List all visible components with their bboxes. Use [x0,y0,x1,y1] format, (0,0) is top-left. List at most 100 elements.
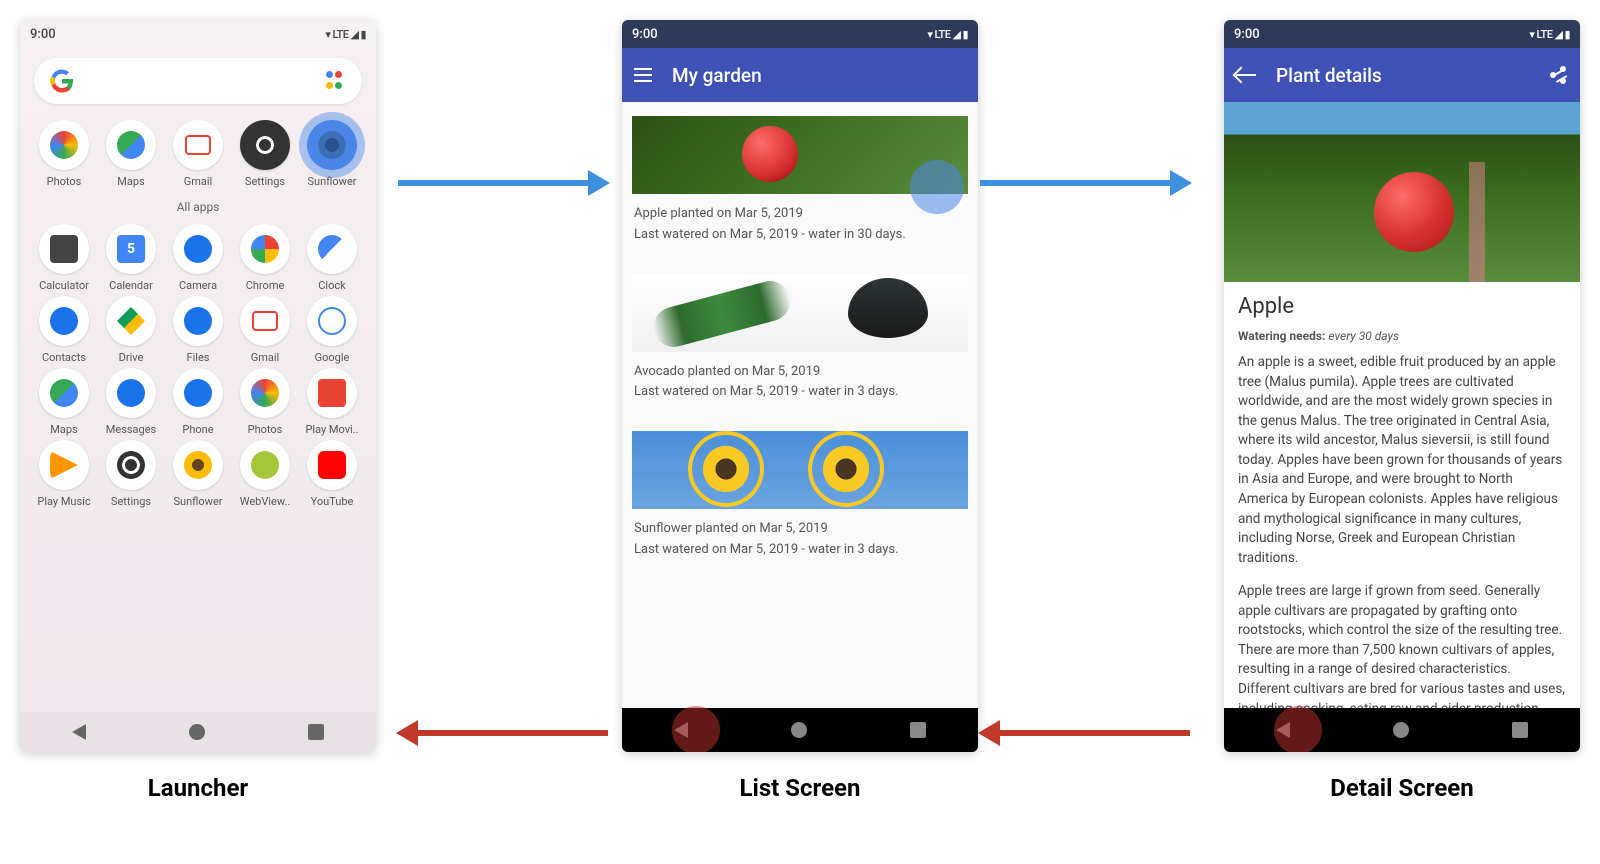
detail-content[interactable]: Apple Watering needs: every 30 days An a… [1224,282,1580,708]
status-time: 9:00 [632,27,658,42]
back-arrow-icon[interactable] [1236,74,1256,76]
status-icons: ▾ LTE ◢ ▮ [1529,28,1570,41]
app-photos[interactable]: Photos [34,120,94,188]
share-icon[interactable] [1550,66,1568,84]
caption-list: List Screen [622,774,978,802]
avocado-photo [632,274,968,352]
network-label: LTE [1536,28,1552,41]
google-search-bar[interactable] [34,58,362,104]
status-bar: 9:00 ▾ LTE ◢ ▮ [1224,20,1580,48]
list-item-line1: Sunflower planted on Mar 5, 2019 [634,519,966,540]
launcher-nav-bar [20,712,376,752]
nav-home-icon[interactable] [189,724,205,740]
nav-home-icon[interactable] [1393,722,1409,738]
assistant-icon[interactable] [326,71,346,91]
nav-recents-icon[interactable] [910,722,926,738]
app-contacts[interactable]: Contacts [34,296,94,364]
app-youtube[interactable]: YouTube [302,440,362,508]
app-files[interactable]: Files [168,296,228,364]
gear-icon [251,131,279,159]
detail-screen-phone: 9:00 ▾ LTE ◢ ▮ Plant details Apple Water… [1224,20,1580,752]
flow-arrow-forward [980,180,1170,186]
app-calculator[interactable]: Calculator [34,224,94,292]
list-screen-phone: 9:00 ▾ LTE ◢ ▮ My garden Apple planted o… [622,20,978,752]
battery-icon: ▮ [1564,28,1570,41]
wifi-icon: ▾ [1529,28,1534,41]
touch-indicator [910,160,964,214]
app-bar-title: Plant details [1276,64,1530,87]
list-item-line2: Last watered on Mar 5, 2019 - water in 3… [634,225,966,246]
app-google[interactable]: Google [302,296,362,364]
launcher-phone: 9:00 ▾ LTE ◢ ▮ Photos [20,20,376,752]
plant-title: Apple [1238,294,1566,319]
list-item-line1: Avocado planted on Mar 5, 2019 [634,362,966,383]
app-calendar[interactable]: 5 Calendar [101,224,161,292]
nav-recents-icon[interactable] [1512,722,1528,738]
list-item-line2: Last watered on Mar 5, 2019 - water in 3… [634,382,966,403]
app-maps[interactable]: Maps [101,120,161,188]
signal-icon: ◢ [952,28,960,41]
app-drive[interactable]: Drive [101,296,161,364]
wifi-icon: ▾ [325,28,330,41]
network-label: LTE [332,28,348,41]
app-bar-title: My garden [672,64,966,87]
apps-row: Calculator 5 Calendar Camera Chrome Cloc… [34,224,362,292]
app-settings[interactable]: Settings [101,440,161,508]
nav-back-icon[interactable] [72,724,86,740]
status-time: 9:00 [1234,27,1260,42]
status-icons: ▾ LTE ◢ ▮ [325,28,366,41]
app-camera[interactable]: Camera [168,224,228,292]
detail-hero-photo [1224,102,1580,282]
plant-description: An apple is a sweet, edible fruit produc… [1238,353,1566,708]
sunflower-icon [318,131,346,159]
favorites-row: Photos Maps Gmail Settings Sunflower [34,120,362,188]
app-bar: My garden [622,48,978,102]
list-item-line1: Apple planted on Mar 5, 2019 [634,204,966,225]
app-sunflower[interactable]: Sunflower [168,440,228,508]
app-webview-[interactable]: WebView.. [235,440,295,508]
nav-recents-icon[interactable] [308,724,324,740]
flow-arrow-forward [398,180,588,186]
flow-arrow-back [418,730,608,736]
all-apps-label: All apps [34,200,362,214]
apps-row: Maps Messages Phone Photos Play Movi.. [34,368,362,436]
sunflower-photo [632,431,968,509]
status-bar: 9:00 ▾ LTE ◢ ▮ [20,20,376,48]
google-g-icon [50,69,74,93]
nav-bar [622,708,978,752]
battery-icon: ▮ [360,28,366,41]
app-play-movi-[interactable]: Play Movi.. [302,368,362,436]
status-bar: 9:00 ▾ LTE ◢ ▮ [622,20,978,48]
battery-icon: ▮ [962,28,968,41]
app-play-music[interactable]: Play Music [34,440,94,508]
apps-row: Play Music Settings Sunflower WebView.. … [34,440,362,508]
back-touch-indicator [672,706,720,752]
apps-row: Contacts Drive Files Gmail Google [34,296,362,364]
nav-bar [1224,708,1580,752]
network-label: LTE [934,28,950,41]
app-maps[interactable]: Maps [34,368,94,436]
list-item[interactable]: Sunflower planted on Mar 5, 2019 Last wa… [622,431,978,575]
status-time: 9:00 [30,27,56,42]
app-settings[interactable]: Settings [235,120,295,188]
app-messages[interactable]: Messages [101,368,161,436]
list-item[interactable]: Avocado planted on Mar 5, 2019 Last wate… [622,274,978,418]
wifi-icon: ▾ [927,28,932,41]
app-gmail[interactable]: Gmail [235,296,295,364]
app-sunflower-highlighted[interactable]: Sunflower [302,120,362,188]
hamburger-menu-icon[interactable] [634,68,652,82]
signal-icon: ◢ [1554,28,1562,41]
all-apps-grid: Calculator 5 Calendar Camera Chrome Cloc… [34,224,362,512]
app-photos[interactable]: Photos [235,368,295,436]
app-phone[interactable]: Phone [168,368,228,436]
flow-arrow-back [1000,730,1190,736]
caption-launcher: Launcher [20,774,376,802]
list-item-line2: Last watered on Mar 5, 2019 - water in 3… [634,540,966,561]
signal-icon: ◢ [350,28,358,41]
app-gmail[interactable]: Gmail [168,120,228,188]
app-chrome[interactable]: Chrome [235,224,295,292]
nav-home-icon[interactable] [791,722,807,738]
watering-needs: Watering needs: every 30 days [1238,329,1566,343]
app-clock[interactable]: Clock [302,224,362,292]
back-touch-indicator [1274,706,1322,752]
